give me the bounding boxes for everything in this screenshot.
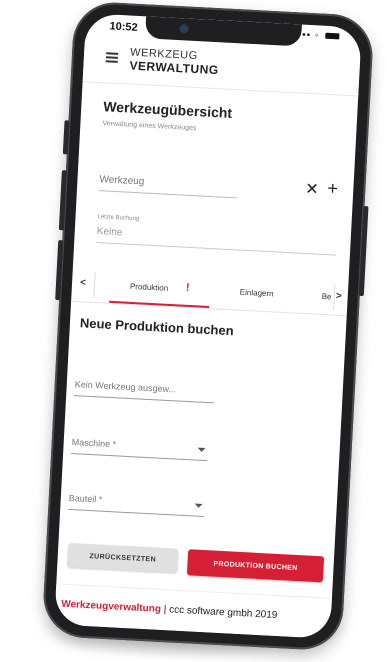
last-booking-divider: [96, 242, 336, 256]
tab-be[interactable]: Be: [321, 292, 331, 302]
machine-select-label: Maschine *: [71, 437, 117, 450]
tab-divider: [93, 271, 96, 299]
app-title-line2: VERWALTUNG: [129, 58, 220, 78]
overview-subtitle: Verwaltung eines Werkzeuges: [102, 120, 197, 133]
footer-brand: Werkzeugverwaltung: [60, 598, 162, 615]
power-button: [358, 205, 369, 297]
footer-copyright: | ccc software gmbh 2019: [160, 603, 278, 622]
overview-title: Werkzeugübersicht: [102, 98, 233, 121]
volume-down-button: [55, 240, 64, 301]
book-production-button[interactable]: PRODUKTION BUCHEN: [186, 549, 325, 583]
chevron-down-icon: [197, 447, 206, 453]
reset-button[interactable]: ZURÜCKSETZTEN: [67, 542, 179, 573]
last-booking-value: Keine: [96, 226, 123, 239]
active-tab-indicator: [109, 300, 210, 309]
tool-field[interactable]: Kein Werkzeug ausgew...: [74, 375, 216, 404]
tab-einlagern[interactable]: Einlagern: [240, 288, 274, 299]
status-time: 10:52: [109, 20, 138, 34]
part-select-label: Bauteil *: [68, 492, 103, 505]
status-icons: ▪▪▪ ◦: [297, 29, 340, 42]
machine-select[interactable]: Maschine *: [71, 433, 209, 462]
main-content: Werkzeugübersicht Verwaltung eines Werkz…: [56, 83, 358, 599]
part-select[interactable]: Bauteil *: [68, 488, 206, 518]
form-title: Neue Produktion buchen: [79, 315, 235, 339]
tab-scroll-right-icon[interactable]: >: [336, 291, 342, 302]
tool-field-placeholder: Kein Werkzeug ausgew...: [74, 379, 177, 395]
tab-produktion[interactable]: Produktion: [130, 282, 169, 293]
tab-scroll-left-icon[interactable]: <: [80, 277, 86, 288]
phone-screen: 10:52 ▪▪▪ ◦ WERKZEUG VERWALTUNG Werkzeug…: [54, 13, 362, 639]
clear-icon[interactable]: ✕: [305, 179, 319, 200]
add-icon[interactable]: +: [327, 178, 339, 200]
hamburger-menu-icon[interactable]: [105, 52, 119, 63]
mute-switch: [62, 120, 70, 155]
front-camera: [179, 24, 189, 34]
last-booking-label: Letzte Buchung: [97, 214, 140, 223]
battery-icon: [325, 33, 340, 40]
tab-alert-icon: !: [185, 281, 190, 294]
volume-up-button: [58, 170, 67, 231]
tab-bar: < Produktion ! Einlagern Be >: [71, 266, 349, 317]
wifi-icon: ◦: [314, 30, 320, 42]
footer-text: Werkzeugverwaltung | ccc software gmbh 2…: [61, 599, 278, 621]
chevron-down-icon: [194, 503, 203, 508]
tool-search-input[interactable]: [98, 168, 238, 199]
phone-frame: 10:52 ▪▪▪ ◦ WERKZEUG VERWALTUNG Werkzeug…: [41, 0, 375, 652]
app-title: WERKZEUG VERWALTUNG: [129, 47, 219, 78]
